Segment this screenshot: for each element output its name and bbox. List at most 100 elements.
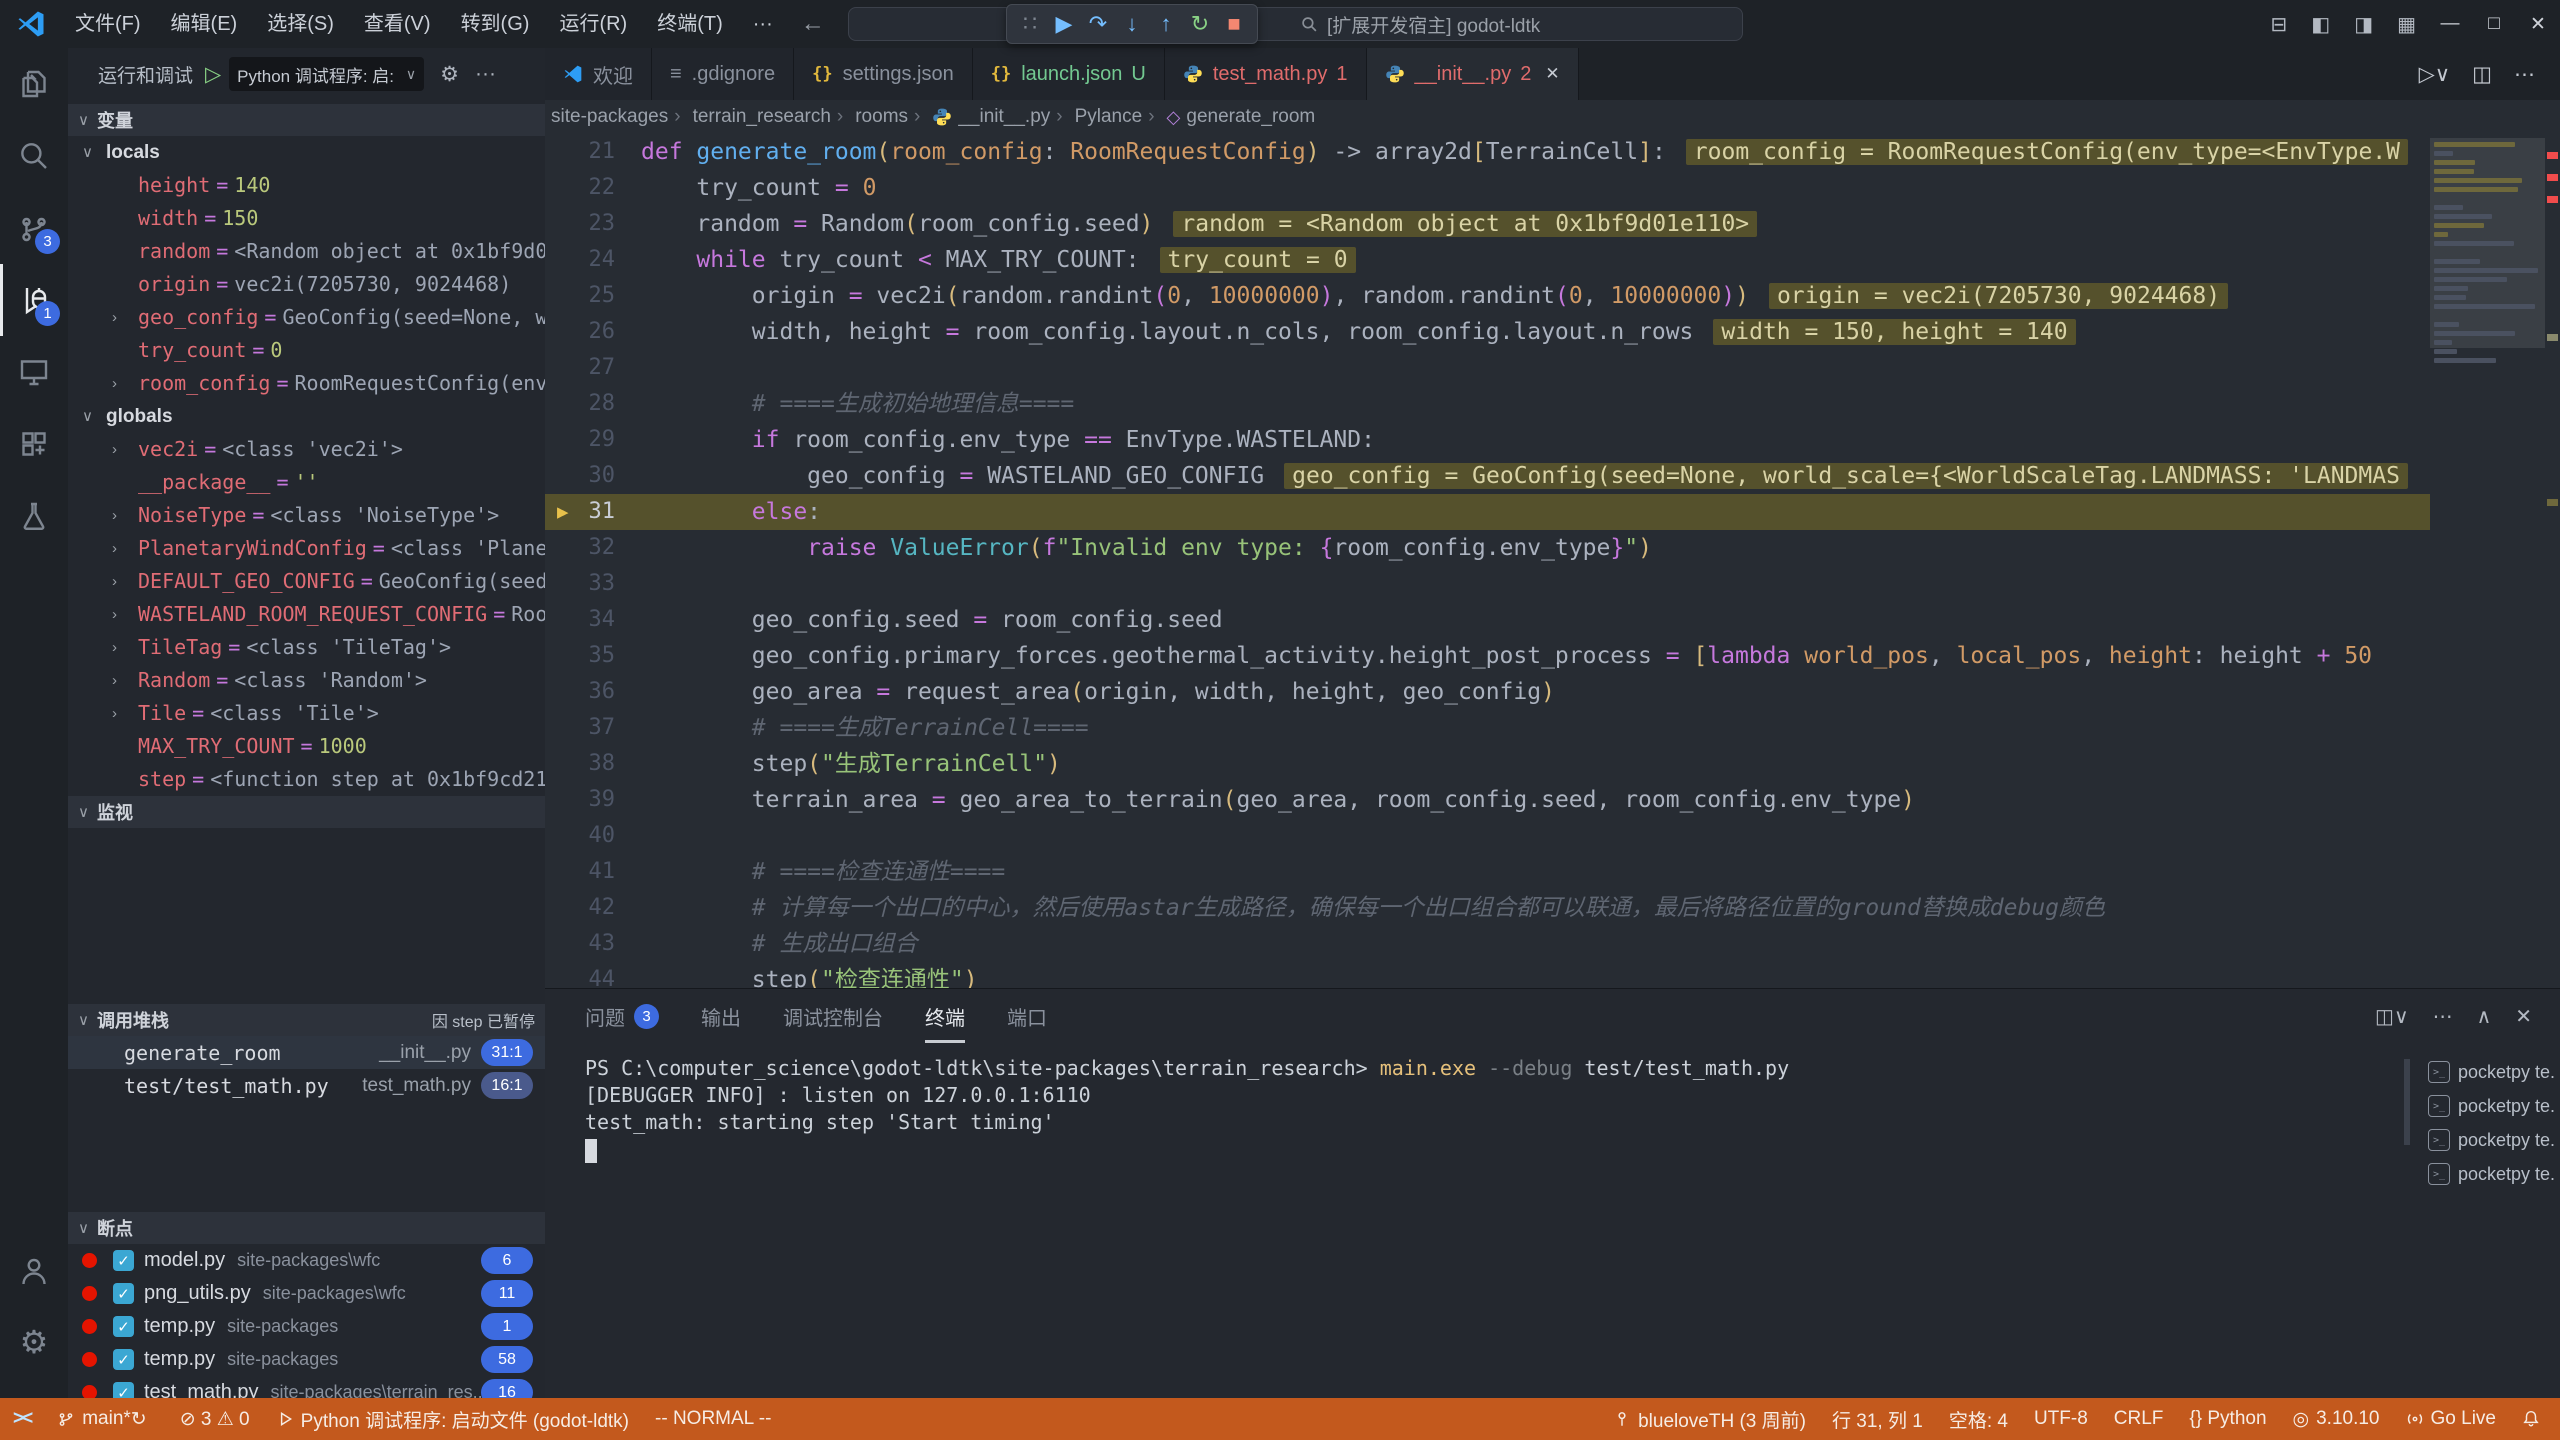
customize-layout-icon[interactable]: ▦ [2385,12,2428,37]
eol-status[interactable]: CRLF [2101,1398,2177,1440]
scope-globals[interactable]: ∨globals [68,400,545,433]
activity-accounts[interactable] [0,1236,68,1308]
variable-row[interactable]: ›Random=<class 'Random'> [68,664,545,697]
more-editor-actions-button[interactable]: ⋯ [2503,62,2546,87]
branch-status[interactable]: main* ↻ [44,1398,167,1440]
step-into-button[interactable]: ↓ [1115,7,1149,41]
drag-handle[interactable]: ∷ [1013,7,1047,41]
callstack-frame[interactable]: generate_room__init__.py31:1 [68,1036,545,1069]
close-button[interactable]: ✕ [2516,0,2560,48]
activity-extensions[interactable] [0,408,68,480]
cursor-position[interactable]: 行 31, 列 1 [1819,1398,1936,1440]
nav-back-button[interactable]: ← [788,10,838,38]
breadcrumb-item[interactable]: site-packages [551,106,668,128]
variable-row[interactable]: step=<function step at 0x1bf9cd216d [68,763,545,796]
variable-row[interactable]: ›geo_config=GeoConfig(seed=None, wor… [68,301,545,334]
launch-config-select[interactable]: Python 调试程序: 启: ∨ [229,57,424,91]
menu-item-0[interactable]: 文件(F) [60,0,156,48]
breakpoint-checkbox[interactable]: ✓ [113,1349,134,1370]
run-python-file-button[interactable]: ▷∨ [2408,62,2462,87]
watch-header[interactable]: ∨监视 [68,796,545,828]
activity-run-and-debug[interactable]: 1 [0,264,68,336]
encoding-status[interactable]: UTF-8 [2021,1398,2101,1440]
variable-row[interactable]: width=150 [68,202,545,235]
breakpoint-checkbox[interactable]: ✓ [113,1382,134,1398]
toggle-panel-icon[interactable]: ⊟ [2259,12,2300,37]
tab-launch.json[interactable]: {}launch.jsonU [973,48,1165,100]
step-out-button[interactable]: ↑ [1149,7,1183,41]
notifications-bell[interactable] [2509,1398,2560,1440]
variable-row[interactable]: ›Tile=<class 'Tile'> [68,697,545,730]
variables-header[interactable]: ∨变量 [68,104,545,136]
tab-.gdignore[interactable]: ≡.gdignore [652,48,794,100]
breakpoints-header[interactable]: ∨断点 [68,1212,545,1244]
terminal-instance[interactable]: >_pocketpy te... [2428,1123,2556,1157]
breadcrumb-item[interactable]: ◇generate_room [1167,106,1316,128]
code-editor[interactable]: 21def generate_room(room_config: RoomReq… [545,134,2560,988]
panel-tab-问题[interactable]: 问题3 [585,989,659,1043]
breakpoint-row[interactable]: ✓model.pysite-packages\wfc6 [68,1244,545,1277]
remote-indicator[interactable]: >< [0,1398,44,1440]
activity-settings[interactable]: ⚙ [0,1306,68,1378]
minimize-button[interactable]: — [2428,0,2472,48]
minimap[interactable] [2430,134,2545,988]
activity-remote-explorer[interactable] [0,336,68,408]
breakpoint-row[interactable]: ✓temp.pysite-packages1 [68,1310,545,1343]
restart-button[interactable]: ↻ [1183,7,1217,41]
panel-tab-输出[interactable]: 输出 [701,989,741,1043]
continue-button[interactable]: ▶ [1047,7,1081,41]
variable-row[interactable]: try_count=0 [68,334,545,367]
breakpoint-row[interactable]: ✓temp.pysite-packages58 [68,1343,545,1376]
menu-item-6[interactable]: 终端(T) [642,0,738,48]
variable-row[interactable]: MAX_TRY_COUNT=1000 [68,730,545,763]
debug-config-status[interactable]: Python 调试程序: 启动文件 (godot-ldtk) [263,1398,642,1440]
step-over-button[interactable]: ↷ [1081,7,1115,41]
gitlens-author[interactable]: blueloveTH (3 周前) [1600,1398,1819,1440]
debug-views-more-button[interactable]: ··· [475,62,496,86]
more-panel-actions-button[interactable]: ⋯ [2421,1004,2465,1029]
variable-row[interactable]: random=<Random object at 0x1bf9d01e… [68,235,545,268]
panel-tab-端口[interactable]: 端口 [1007,989,1047,1043]
stop-button[interactable]: ■ [1217,7,1251,41]
panel-tab-调试控制台[interactable]: 调试控制台 [783,989,883,1043]
go-live[interactable]: Go Live [2393,1398,2509,1440]
variable-row[interactable]: __package__='' [68,466,545,499]
maximize-button[interactable]: □ [2472,0,2516,48]
breadcrumb-item[interactable]: rooms [855,106,908,128]
terminal-instance[interactable]: >_pocketpy te... [2428,1157,2556,1191]
python-interpreter[interactable]: ◎3.10.10 [2280,1398,2393,1440]
maximize-panel-button[interactable]: ∧ [2465,1004,2504,1029]
breakpoint-checkbox[interactable]: ✓ [113,1250,134,1271]
split-terminal-button[interactable]: ◫∨ [2363,1004,2421,1029]
overview-ruler[interactable] [2545,134,2560,988]
terminal-scrollbar[interactable] [2404,1059,2410,1145]
breakpoint-checkbox[interactable]: ✓ [113,1283,134,1304]
activity-search[interactable] [0,120,68,192]
menu-item-2[interactable]: 选择(S) [252,0,349,48]
breadcrumb-item[interactable]: __init__.py [932,106,1050,128]
variable-row[interactable]: ›vec2i=<class 'vec2i'> [68,433,545,466]
menu-item-5[interactable]: 运行(R) [544,0,642,48]
breadcrumb-item[interactable]: terrain_research [693,106,831,128]
variable-row[interactable]: ›NoiseType=<class 'NoiseType'> [68,499,545,532]
variable-row[interactable]: ›room_config=RoomRequestConfig(env_t… [68,367,545,400]
tab-settings.json[interactable]: {}settings.json [794,48,973,100]
language-mode[interactable]: {} Python [2176,1398,2279,1440]
tab-[interactable]: 欢迎 [545,48,652,100]
variable-row[interactable]: ›DEFAULT_GEO_CONFIG=GeoConfig(seed=1… [68,565,545,598]
toggle-secondary-sidebar-icon[interactable]: ◨ [2342,12,2385,37]
menu-item-1[interactable]: 编辑(E) [156,0,253,48]
scope-locals[interactable]: ∨locals [68,136,545,169]
activity-explorer[interactable] [0,48,68,120]
toggle-primary-sidebar-icon[interactable]: ◧ [2299,12,2342,37]
close-tab-icon[interactable]: ✕ [1545,64,1559,84]
debug-settings-gear-icon[interactable]: ⚙ [440,62,459,87]
terminal-instance[interactable]: >_pocketpy te... [2428,1055,2556,1089]
breakpoint-row[interactable]: ✓png_utils.pysite-packages\wfc11 [68,1277,545,1310]
indentation-status[interactable]: 空格: 4 [1936,1398,2021,1440]
vim-mode-status[interactable]: -- NORMAL -- [642,1398,784,1440]
variable-row[interactable]: origin=vec2i(7205730, 9024468) [68,268,545,301]
terminal-instance[interactable]: >_pocketpy te... [2428,1089,2556,1123]
menu-item-4[interactable]: 转到(G) [446,0,545,48]
breadcrumb-item[interactable]: Pylance [1075,106,1143,128]
